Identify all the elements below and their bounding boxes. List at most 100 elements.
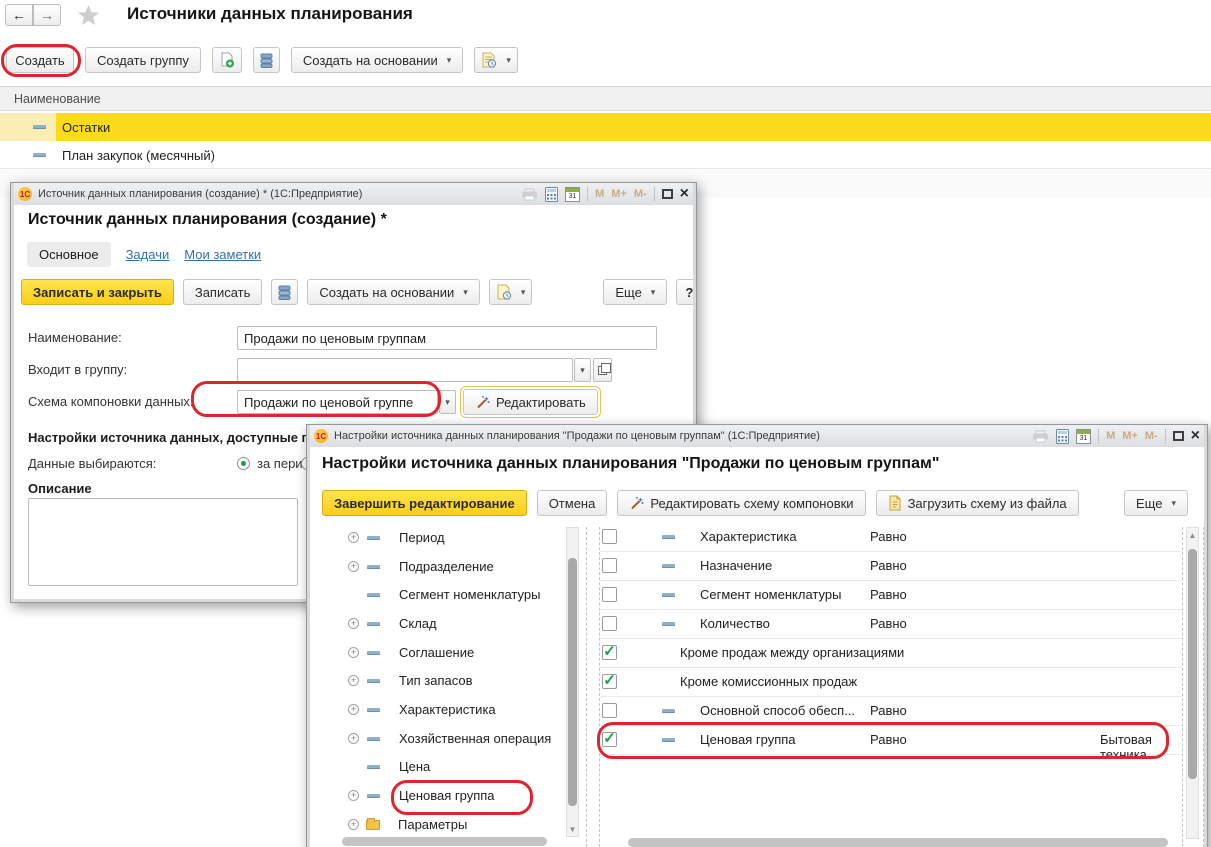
tree-vertical-scrollbar[interactable]: ▼	[566, 527, 579, 837]
list-row-plan-zakupok[interactable]: План закупок (месячный)	[0, 142, 1211, 169]
screen: ←→ Источники данных планирования Создать…	[0, 0, 1211, 847]
panel-splitter[interactable]	[586, 527, 587, 847]
tree-item-tip-zapasov[interactable]: +Тип запасов	[336, 666, 473, 695]
checkbox-unchecked[interactable]	[602, 703, 617, 718]
memory-m-plus-button[interactable]: M+	[611, 188, 627, 200]
doc-clock-menu-button[interactable]: ▾	[489, 279, 533, 305]
memory-m-button[interactable]: M	[595, 188, 604, 200]
expand-icon[interactable]: +	[348, 561, 359, 572]
expand-icon[interactable]: +	[348, 819, 359, 830]
tree-item-period[interactable]: +Период	[336, 523, 445, 552]
tree-item-sklad[interactable]: +Склад	[336, 609, 437, 638]
period-radio[interactable]	[237, 457, 250, 470]
save-close-button[interactable]: Записать и закрыть	[21, 279, 174, 305]
checkbox-unchecked[interactable]	[602, 529, 617, 544]
tree-horizontal-scrollbar[interactable]	[342, 837, 547, 846]
expand-icon[interactable]: +	[348, 647, 359, 658]
create-group-button[interactable]: Создать группу	[85, 47, 201, 73]
add-document-button[interactable]	[212, 47, 242, 73]
forward-button[interactable]: →	[33, 4, 61, 26]
report-button[interactable]	[253, 47, 280, 73]
panel-splitter[interactable]	[1203, 527, 1204, 847]
tree-item-hoz-operaciya[interactable]: +Хозяйственная операция	[336, 724, 551, 753]
group-dropdown-button[interactable]: ▾	[574, 358, 591, 382]
close-button[interactable]: ×	[1191, 428, 1200, 444]
finish-editing-button[interactable]: Завершить редактирование	[322, 490, 527, 516]
tree-item-soglashenie[interactable]: +Соглашение	[336, 638, 474, 667]
tab-tasks[interactable]: Задачи	[126, 247, 170, 262]
favorite-star-icon[interactable]	[77, 4, 100, 26]
tree-item-podrazdelenie[interactable]: +Подразделение	[336, 552, 494, 581]
expand-icon[interactable]: +	[348, 790, 359, 801]
expand-icon[interactable]: +	[348, 704, 359, 715]
help-button[interactable]: ?	[676, 279, 693, 305]
calculator-icon[interactable]	[1056, 429, 1069, 444]
dropdown-icon: ▾	[447, 55, 452, 66]
name-input[interactable]	[244, 331, 650, 346]
expand-icon[interactable]: +	[348, 675, 359, 686]
checkbox-unchecked[interactable]	[602, 558, 617, 573]
save-button[interactable]: Записать	[183, 279, 263, 305]
list-column-header[interactable]: Наименование	[0, 86, 1211, 111]
condition-row-segment[interactable]: Сегмент номенклатуры Равно	[600, 581, 1182, 610]
group-input[interactable]	[244, 363, 566, 378]
conditions-vertical-scrollbar[interactable]: ▲	[1186, 527, 1199, 839]
description-textarea[interactable]	[28, 498, 298, 586]
create-based-on-button[interactable]: Создать на основании▾	[291, 47, 463, 73]
group-open-button[interactable]	[593, 358, 612, 382]
close-button[interactable]: ×	[680, 186, 689, 202]
group-field[interactable]	[237, 358, 573, 382]
forward-icon: →	[40, 7, 54, 23]
condition-row-krome-prodazh[interactable]: ✓ Кроме продаж между организациями	[600, 639, 1182, 668]
panel-splitter[interactable]	[1182, 527, 1183, 847]
cancel-button[interactable]: Отмена	[537, 490, 608, 516]
tree-item-segment[interactable]: Сегмент номенклатуры	[336, 580, 540, 609]
condition-row-naznachenie[interactable]: Назначение Равно	[600, 552, 1182, 581]
calendar-icon[interactable]: 31	[565, 187, 580, 202]
condition-row-harakteristika[interactable]: Характеристика Равно	[600, 523, 1182, 552]
calendar-icon[interactable]: 31	[1076, 429, 1091, 444]
report-button[interactable]	[271, 279, 298, 305]
scroll-down-icon[interactable]: ▼	[567, 825, 578, 834]
edit-schema-button[interactable]: Редактировать	[463, 389, 598, 415]
memory-m-minus-button[interactable]: M-	[1145, 430, 1158, 442]
memory-m-button[interactable]: M	[1106, 430, 1115, 442]
memory-m-plus-button[interactable]: M+	[1122, 430, 1138, 442]
tree-item-harakteristika[interactable]: +Характеристика	[336, 695, 496, 724]
scroll-up-icon[interactable]: ▲	[1187, 531, 1198, 540]
checkbox-unchecked[interactable]	[602, 587, 617, 602]
tab-main[interactable]: Основное	[27, 242, 111, 267]
expand-icon[interactable]: +	[348, 733, 359, 744]
checkbox-checked[interactable]: ✓	[602, 674, 617, 689]
calculator-icon[interactable]	[545, 187, 558, 202]
1c-logo-icon: 1С	[314, 429, 328, 443]
condition-row-krome-komissionnyh[interactable]: ✓ Кроме комиссионных продаж	[600, 668, 1182, 697]
schema-dropdown-button[interactable]: ▾	[439, 390, 456, 414]
create-based-on-button[interactable]: Создать на основании▾	[307, 279, 479, 305]
load-schema-button[interactable]: Загрузить схему из файла	[876, 490, 1079, 516]
more-button[interactable]: Еще▾	[603, 279, 667, 305]
window-titlebar[interactable]: 1С Настройки источника данных планирован…	[310, 425, 1204, 447]
maximize-button[interactable]	[1173, 431, 1184, 441]
tab-notes[interactable]: Мои заметки	[184, 247, 261, 262]
condition-row-kolichestvo[interactable]: Количество Равно	[600, 610, 1182, 639]
expand-icon[interactable]: +	[348, 532, 359, 543]
tree-item-cena[interactable]: Цена	[336, 752, 430, 781]
more-button[interactable]: Еще▾	[1124, 490, 1188, 516]
checkbox-unchecked[interactable]	[602, 616, 617, 631]
window-titlebar[interactable]: 1С Источник данных планирования (создани…	[14, 183, 693, 205]
doc-clock-menu-button[interactable]: ▾	[474, 47, 518, 73]
expand-icon[interactable]: +	[348, 618, 359, 629]
name-field[interactable]	[237, 326, 657, 350]
scrollbar-thumb[interactable]	[568, 558, 577, 806]
maximize-button[interactable]	[662, 189, 673, 199]
printer-icon[interactable]	[1032, 430, 1049, 443]
memory-m-minus-button[interactable]: M-	[634, 188, 647, 200]
scrollbar-thumb[interactable]	[1188, 549, 1197, 779]
checkbox-checked[interactable]: ✓	[602, 645, 617, 660]
back-button[interactable]: ←	[5, 4, 33, 26]
printer-icon[interactable]	[521, 188, 538, 201]
conditions-horizontal-scrollbar[interactable]	[628, 838, 1168, 847]
list-row-ostatki[interactable]: Остатки	[0, 113, 1211, 141]
edit-composition-schema-button[interactable]: Редактировать схему компоновки	[617, 490, 865, 516]
